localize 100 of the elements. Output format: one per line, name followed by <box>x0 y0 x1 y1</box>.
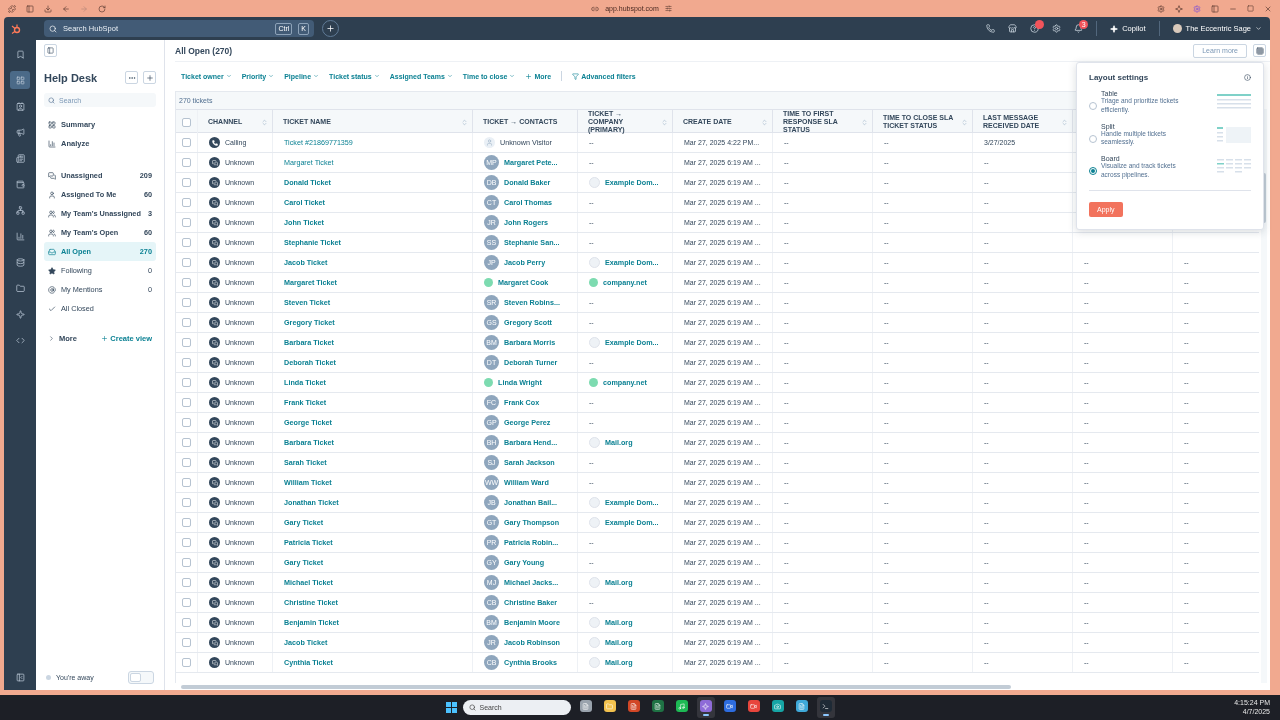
chat-icon <box>209 497 220 508</box>
row-checkbox[interactable] <box>182 618 191 627</box>
chat-icon <box>209 577 220 588</box>
back-icon[interactable] <box>62 4 70 13</box>
more-options-button[interactable] <box>125 71 138 84</box>
sort-icon[interactable] <box>761 118 768 126</box>
sprocket-logo-icon[interactable] <box>10 22 22 35</box>
nav-rail-button[interactable] <box>10 71 30 89</box>
chat-icon <box>209 217 220 228</box>
sort-icon[interactable] <box>261 118 268 126</box>
row-checkbox[interactable] <box>182 338 191 347</box>
chat-icon <box>209 237 220 248</box>
chat-icon <box>209 457 220 468</box>
row-checkbox[interactable] <box>182 578 191 587</box>
help-button[interactable] <box>1030 20 1045 33</box>
maximize-icon[interactable] <box>1247 5 1254 12</box>
chat-icon <box>209 317 220 328</box>
row-checkbox[interactable] <box>182 498 191 507</box>
chat-icon <box>209 337 220 348</box>
row-checkbox[interactable] <box>182 158 191 167</box>
view-title: All Open (270) <box>175 45 234 56</box>
taskbar-app-button[interactable] <box>816 697 835 718</box>
notification-dot <box>1035 20 1045 29</box>
gear-icon[interactable] <box>1193 4 1201 13</box>
plus-icon <box>101 335 109 342</box>
wallet-icon <box>15 179 25 189</box>
windows-start-icon[interactable] <box>445 702 457 713</box>
caret-icon <box>268 73 275 79</box>
company-logo-icon <box>589 657 600 668</box>
download-icon[interactable] <box>44 4 52 13</box>
sort-icon[interactable] <box>861 118 868 126</box>
row-checkbox[interactable] <box>182 638 191 647</box>
contact-card-icon <box>15 101 25 111</box>
sidebar-title: Help Desk <box>44 71 99 84</box>
grid-icon <box>15 75 25 85</box>
row-checkbox[interactable] <box>182 138 191 147</box>
plus-icon <box>326 24 335 33</box>
expand-button[interactable] <box>13 670 27 684</box>
caret-icon <box>225 73 232 79</box>
caret-icon <box>48 335 55 342</box>
chat-icon <box>209 537 220 548</box>
row-checkbox[interactable] <box>182 178 191 187</box>
row-checkbox[interactable] <box>182 478 191 487</box>
star-icon <box>48 266 56 275</box>
check-icon <box>48 304 56 313</box>
settings-icon <box>1052 24 1062 33</box>
search-icon <box>49 24 57 33</box>
panel-toggle-button[interactable] <box>44 44 57 57</box>
sparkle-icon[interactable] <box>1175 4 1183 13</box>
person-icon <box>48 190 56 199</box>
sort-icon[interactable] <box>961 118 968 126</box>
row-checkbox[interactable] <box>182 538 191 547</box>
chat-icon <box>209 417 220 428</box>
row-checkbox[interactable] <box>182 218 191 227</box>
row-checkbox[interactable] <box>182 458 191 467</box>
taskbar-app-button[interactable] <box>696 697 715 718</box>
row-checkbox[interactable] <box>182 198 191 207</box>
caret-icon <box>313 73 320 79</box>
panel-icon <box>15 672 25 682</box>
scrollbar-thumb[interactable] <box>181 684 1011 689</box>
row-checkbox[interactable] <box>182 658 191 667</box>
sidebar-icon[interactable] <box>26 4 34 13</box>
info-icon[interactable] <box>1244 74 1251 81</box>
reload-icon[interactable] <box>98 4 106 13</box>
row-checkbox[interactable] <box>182 298 191 307</box>
chat-icon <box>209 657 220 668</box>
search-icon <box>48 96 55 104</box>
row-checkbox[interactable] <box>182 258 191 267</box>
row-checkbox[interactable] <box>182 418 191 427</box>
chat-icon <box>209 437 220 448</box>
row-checkbox[interactable] <box>182 238 191 247</box>
layout-button[interactable] <box>1253 44 1266 57</box>
phone-icon <box>986 24 996 33</box>
database-icon <box>15 257 25 267</box>
sort-icon[interactable] <box>461 118 468 126</box>
row-checkbox[interactable] <box>182 358 191 367</box>
close-icon[interactable] <box>1264 4 1272 13</box>
select-all-checkbox[interactable] <box>182 117 191 127</box>
row-checkbox[interactable] <box>182 558 191 567</box>
row-checkbox[interactable] <box>182 438 191 447</box>
row-checkbox[interactable] <box>182 378 191 387</box>
away-toggle[interactable] <box>128 671 154 684</box>
puzzle-icon[interactable] <box>8 4 16 13</box>
sort-icon[interactable] <box>661 118 668 126</box>
row-checkbox[interactable] <box>182 598 191 607</box>
sliders-icon[interactable] <box>664 5 672 12</box>
plus-icon <box>525 72 533 80</box>
gear-icon[interactable] <box>1157 4 1165 13</box>
company-logo-icon <box>589 577 600 588</box>
phone-icon <box>209 137 220 148</box>
grid-icon <box>48 120 56 129</box>
row-checkbox[interactable] <box>182 278 191 287</box>
sort-icon[interactable] <box>1061 118 1068 126</box>
split-view-icon[interactable] <box>1211 4 1219 13</box>
company-logo-icon <box>589 437 600 448</box>
row-checkbox[interactable] <box>182 398 191 407</box>
chat-icon <box>209 357 220 368</box>
forward-icon[interactable] <box>80 4 88 13</box>
row-checkbox[interactable] <box>182 318 191 327</box>
row-checkbox[interactable] <box>182 518 191 527</box>
